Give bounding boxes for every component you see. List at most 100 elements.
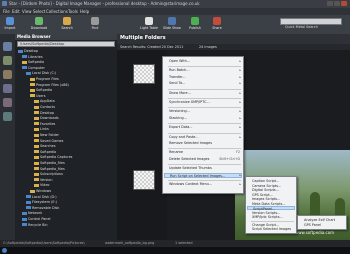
tags-icon[interactable] — [3, 70, 12, 79]
folder-icon — [22, 55, 27, 59]
tree-item[interactable]: Subscriptions — [34, 172, 63, 177]
menu-item[interactable]: Show More... — [169, 91, 191, 97]
search-button[interactable]: Search — [60, 17, 74, 33]
tree-item[interactable]: Links — [34, 127, 49, 132]
tree-item-label: Desktop — [24, 49, 38, 53]
menu-item[interactable]: Caption Script... — [252, 179, 279, 183]
tree-item-label: Removable Disk — [32, 205, 60, 210]
menu-item[interactable]: Synchronize XMP/IPTC... — [169, 100, 210, 106]
tree-item[interactable]: Favorites — [34, 122, 55, 127]
tree-item[interactable]: Libraries — [22, 55, 43, 60]
menu-item[interactable]: Rename — [169, 150, 183, 156]
menu-item[interactable]: Stacking... — [169, 116, 187, 122]
minimize-icon[interactable] — [327, 1, 333, 6]
menu-file[interactable]: File — [3, 9, 10, 14]
menu-item-label: Rename — [169, 150, 183, 155]
slide-show-button[interactable]: Slide Show — [163, 17, 181, 33]
menu-item-label: Windows Context Menu... — [169, 182, 213, 186]
start-icon[interactable] — [2, 248, 7, 253]
menu-item[interactable]: Remove Selected Images — [169, 141, 212, 147]
menu-item[interactable]: ScriptPanel... — [247, 206, 295, 211]
menu-view[interactable]: View — [22, 9, 32, 14]
tree-item[interactable]: Local Disk (C:) — [26, 71, 56, 76]
tree-item[interactable]: Downloads — [34, 116, 59, 121]
menu-item[interactable]: Images Scripts... — [252, 197, 280, 201]
menu-item[interactable]: GPS Panel — [304, 223, 321, 227]
menu-item[interactable]: Run Batch... — [169, 68, 190, 74]
import-button[interactable]: Import — [3, 17, 17, 33]
tree-item[interactable]: Saved Games — [34, 139, 63, 144]
menu-item[interactable]: Export Data... — [169, 125, 193, 131]
tree-item-label: Computer — [28, 65, 45, 70]
menu-item[interactable]: Change Script... — [252, 223, 279, 227]
tree-item[interactable]: Control Panel — [22, 217, 50, 222]
tree-item[interactable]: Softpedia — [34, 150, 56, 155]
menu-item[interactable]: Versioning... — [169, 109, 190, 115]
menu-item[interactable]: Analyze Exif Chart — [304, 218, 335, 222]
menu-select[interactable]: Select — [33, 9, 45, 14]
menu-edit[interactable]: Edit — [12, 9, 20, 14]
share-button[interactable]: Share — [210, 17, 224, 33]
tree-item-label: Users — [36, 93, 46, 98]
thumbnail[interactable] — [133, 170, 155, 190]
scripts-icon[interactable] — [3, 98, 12, 107]
menu-item[interactable]: Digital Scripts... — [252, 188, 279, 192]
tree-item[interactable]: Softpedia Captures — [34, 155, 72, 160]
tree-item[interactable]: Filesystem (E:) — [26, 200, 57, 205]
menu-collections[interactable]: Collections — [46, 9, 68, 14]
close-icon[interactable] — [341, 1, 347, 6]
tree-item[interactable]: Program Files — [30, 77, 59, 82]
tree-item[interactable]: AppData — [34, 99, 55, 104]
tree-item[interactable]: Softpedia — [22, 60, 44, 65]
menu-item[interactable]: Meta Data Scripts... — [252, 202, 286, 206]
download-button[interactable]: Download — [30, 17, 48, 33]
maximize-icon[interactable] — [334, 1, 340, 6]
tree-item[interactable]: Network — [22, 211, 42, 216]
menu-item[interactable]: Copy and Paste... — [169, 135, 199, 141]
menu-item[interactable]: Windows Context Menu... — [169, 182, 212, 188]
tree-item[interactable]: Softpedia — [30, 88, 52, 93]
tree-item[interactable]: Program Files (x86) — [30, 83, 69, 88]
menu-item[interactable]: XMP/Iptc Scripts... — [252, 215, 283, 219]
tree-item[interactable]: Windows — [30, 189, 51, 194]
tree-item[interactable]: Local Disk (D:) — [26, 195, 57, 200]
browse-icon[interactable] — [3, 42, 12, 51]
menu-item[interactable]: Script Selected Images — [252, 227, 291, 231]
menu-item[interactable]: Version Scripts... — [252, 211, 280, 215]
tree-item[interactable]: Desktop — [18, 49, 38, 54]
menu-item[interactable]: Open With... — [169, 59, 190, 65]
window-title: Star - [Dirdom Photo] - Digital Image Ma… — [9, 1, 200, 6]
map-icon[interactable] — [3, 84, 12, 93]
publish-button[interactable]: Publish — [188, 17, 202, 33]
collections-icon[interactable] — [3, 56, 12, 65]
tree-item[interactable]: Computer — [22, 66, 45, 71]
tree-item[interactable]: New Folder — [34, 133, 59, 138]
tree-item[interactable]: Version — [34, 178, 52, 183]
find-button[interactable]: Find — [88, 17, 102, 33]
tree-item[interactable]: Users — [30, 94, 46, 99]
menu-item[interactable]: Transfer... — [169, 75, 186, 81]
menu-item[interactable]: Update Selected Thumbs — [169, 166, 212, 172]
tree-item[interactable]: Softpedia_files — [34, 161, 65, 166]
taskbar — [0, 247, 350, 254]
tree-item[interactable]: Searches — [34, 144, 56, 149]
tree-item[interactable]: Video — [34, 183, 50, 188]
menu-help[interactable]: Help — [80, 9, 89, 14]
menu-item[interactable]: Send To... — [169, 81, 185, 87]
tree-item[interactable]: Recycle Bin — [22, 223, 48, 228]
thumbnail[interactable] — [133, 64, 155, 84]
media-browser-path-input[interactable]: \Users\Softpedia\Desktop — [17, 41, 115, 47]
menu-item[interactable]: Delete Selected Images — [169, 157, 209, 163]
quick-search-input[interactable] — [280, 18, 342, 25]
light-table-button[interactable]: Light Table — [140, 17, 158, 33]
tree-item[interactable]: Removable Disk — [26, 206, 59, 211]
menu-item[interactable]: Run Script on Selected Images... — [164, 172, 242, 179]
menu-tools[interactable]: Tools — [68, 9, 78, 14]
tree-item[interactable]: Desktop — [34, 111, 54, 116]
menu-item[interactable]: GPS Script... — [252, 193, 273, 197]
settings-icon[interactable] — [3, 112, 12, 121]
tree-item[interactable]: Softpedia_files — [34, 167, 65, 172]
menu-item[interactable]: Camera Scripts... — [252, 184, 281, 188]
tree-item-label: Favorites — [40, 121, 56, 126]
tree-item[interactable]: Contacts — [34, 105, 55, 110]
